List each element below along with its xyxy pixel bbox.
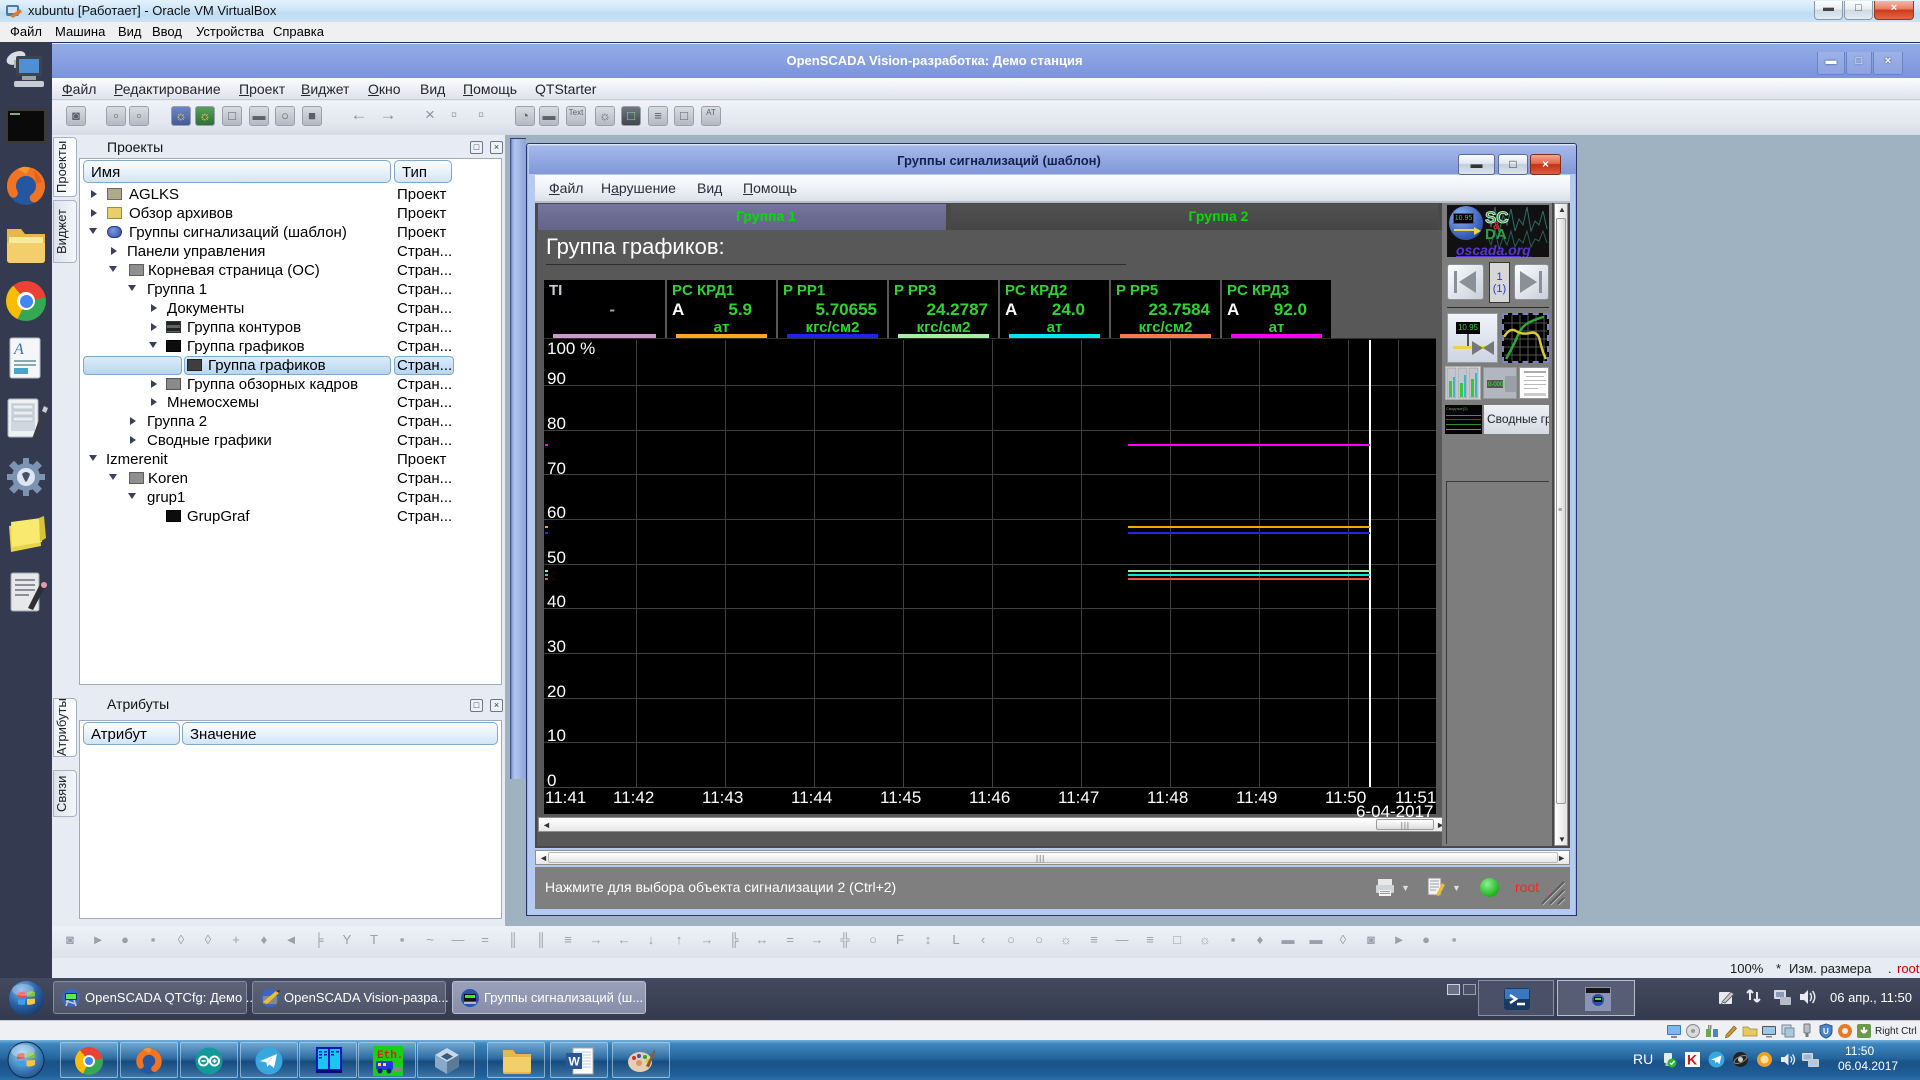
svg-text:W: W: [569, 1055, 581, 1069]
svg-text:U: U: [1823, 1027, 1829, 1036]
svg-text:Eth.: Eth.: [377, 1050, 403, 1062]
svg-text:K: K: [1687, 1052, 1697, 1068]
svg-text:A: A: [13, 341, 24, 358]
